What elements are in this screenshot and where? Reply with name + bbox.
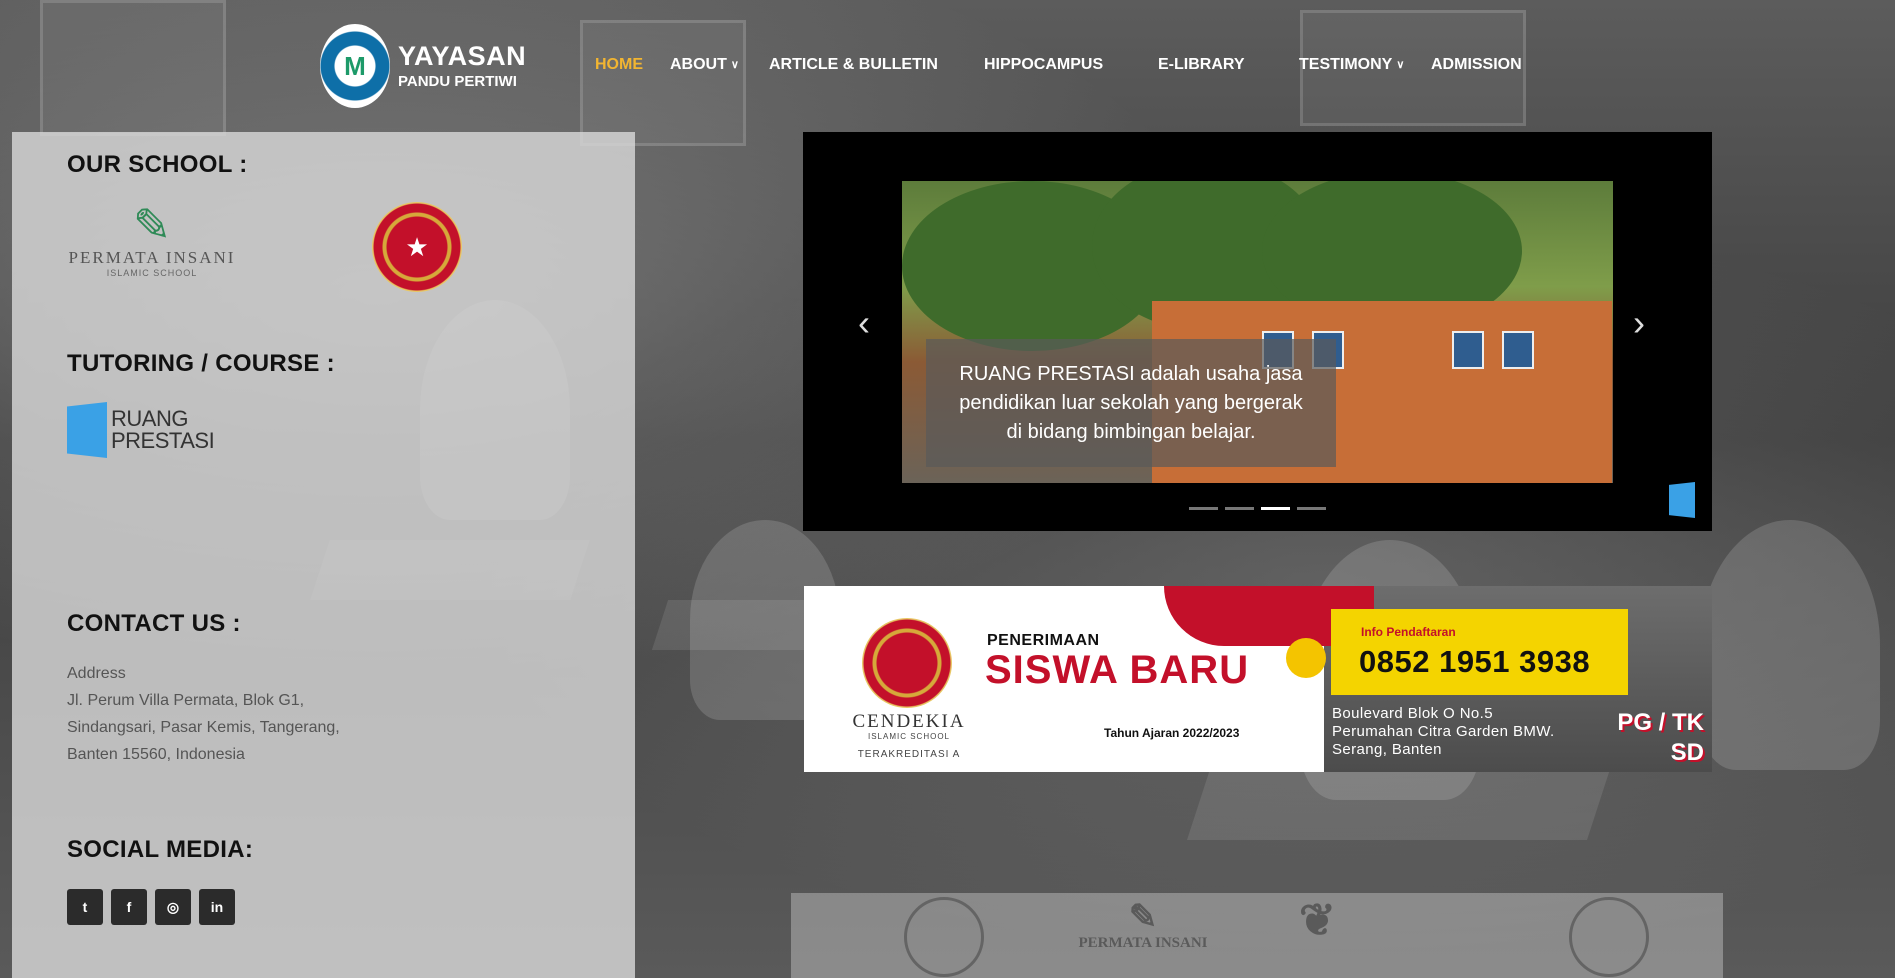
ruang-prestasi-mark-icon [1669, 482, 1695, 518]
nav-hippocampus[interactable]: HIPPOCAMPUS [984, 56, 1103, 74]
slide-image: RUANG PRESTASI adalah usaha jasa pendidi… [902, 181, 1613, 483]
crest-icon: ★ [405, 231, 429, 262]
twitter-icon[interactable]: t [67, 889, 103, 925]
banner-info-box: Info Pendaftaran 0852 1951 3938 [1331, 609, 1628, 695]
facebook-icon[interactable]: f [111, 889, 147, 925]
tutoring-heading: TUTORING / COURSE : [67, 350, 335, 377]
banner-address: Boulevard Blok O No.5 Perumahan Citra Ga… [1332, 705, 1555, 758]
wing-emblem-icon[interactable]: ❦ [1299, 895, 1336, 946]
chevron-down-icon: ∨ [730, 59, 739, 72]
slide-caption: RUANG PRESTASI adalah usaha jasa pendidi… [926, 339, 1336, 467]
ruang-prestasi-logo[interactable]: RUANG PRESTASI [67, 402, 215, 458]
permata-insani-strip-logo[interactable]: ✎ PERMATA INSANI [1068, 901, 1218, 952]
banner-accreditation: TERAKREDITASI A [857, 749, 961, 760]
contact-address: Address Jl. Perum Villa Permata, Blok G1… [67, 665, 340, 763]
banner-academic-year: Tahun Ajaran 2022/2023 [1104, 726, 1240, 740]
banner-headline-big: SISWA BARU [985, 648, 1250, 692]
linkedin-icon[interactable]: in [199, 889, 235, 925]
our-school-heading: OUR SCHOOL : [67, 151, 248, 178]
permata-insani-logo[interactable]: ✎ PERMATA INSANI ISLAMIC SCHOOL [67, 202, 237, 278]
banner-phone: 0852 1951 3938 [1359, 644, 1591, 679]
slider-dot[interactable] [1225, 507, 1254, 510]
nav-home[interactable]: HOME [595, 56, 643, 74]
pen-book-icon: ✎ [132, 199, 172, 251]
nav-admission[interactable]: ADMISSION [1431, 56, 1522, 74]
instagram-icon[interactable]: ◎ [155, 889, 191, 925]
admission-banner[interactable]: CENDEKIA ISLAMIC SCHOOL TERAKREDITASI A … [804, 586, 1712, 772]
hero-slider: RUANG PRESTASI adalah usaha jasa pendidi… [803, 132, 1712, 531]
cendekia-crest-icon [862, 618, 952, 708]
banner-school-name: CENDEKIA [852, 711, 966, 732]
slider-dot[interactable] [1297, 507, 1326, 510]
sidebar-panel: OUR SCHOOL : ✎ PERMATA INSANI ISLAMIC SC… [12, 132, 635, 978]
contact-heading: CONTACT US : [67, 610, 241, 637]
muhammadiyah-strip-logo[interactable] [1569, 897, 1649, 977]
slider-dot-active[interactable] [1261, 507, 1290, 510]
banner-levels: PG / TK SD [1617, 709, 1704, 766]
slider-next-button[interactable]: › [1633, 302, 1645, 344]
cendekia-strip-logo[interactable] [904, 897, 984, 977]
slider-dot[interactable] [1189, 507, 1218, 510]
nav-e-library[interactable]: E-LIBRARY [1158, 56, 1245, 74]
banner-school-sub: ISLAMIC SCHOOL [867, 732, 950, 741]
partner-logo-strip: ✎ PERMATA INSANI ❦ [791, 893, 1723, 978]
cendekia-school-logo[interactable]: ★ [372, 202, 462, 292]
slider-dots [1189, 507, 1326, 510]
slider-prev-button[interactable]: ‹ [858, 302, 870, 344]
ruang-prestasi-mark-icon [67, 402, 107, 458]
social-heading: SOCIAL MEDIA: [67, 836, 254, 863]
nav-testimony[interactable]: TESTIMONY ∨ [1299, 56, 1404, 74]
social-links: t f ◎ in [67, 889, 235, 925]
nav-about[interactable]: ABOUT ∨ [670, 56, 739, 74]
nav-article-bulletin[interactable]: ARTICLE & BULLETIN [769, 56, 938, 74]
chevron-down-icon: ∨ [1396, 59, 1405, 72]
main-nav: HOME ABOUT ∨ ARTICLE & BULLETIN HIPPOCAMP… [0, 56, 1895, 78]
pen-book-icon: ✎ [1128, 899, 1158, 936]
